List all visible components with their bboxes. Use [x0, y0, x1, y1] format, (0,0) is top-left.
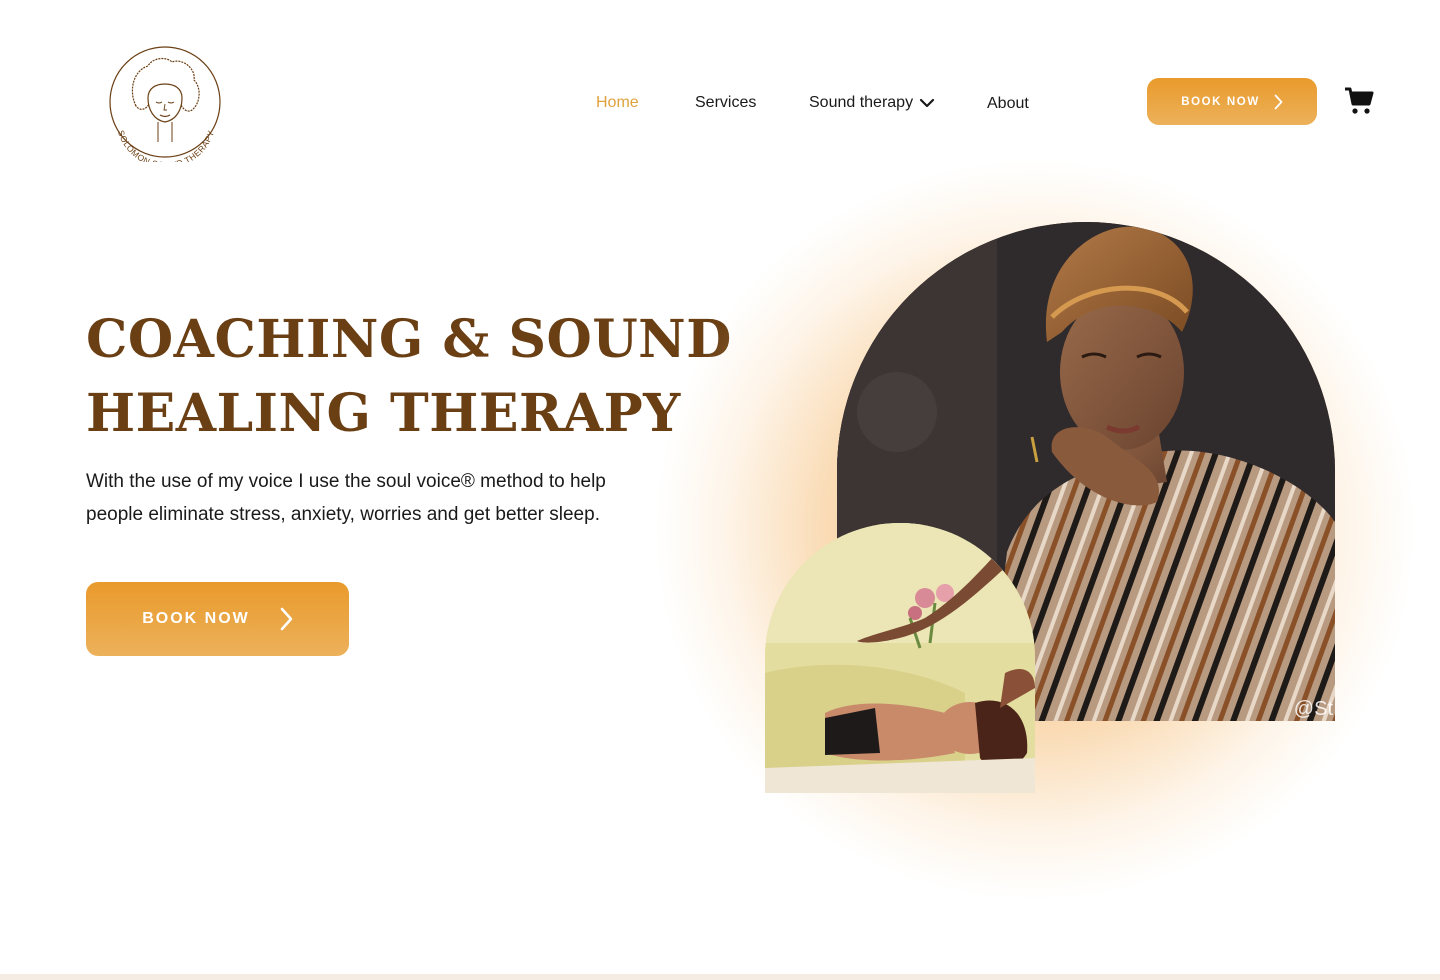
cart-icon	[1345, 87, 1374, 114]
hero-description: With the use of my voice I use the soul …	[86, 471, 606, 525]
cart-button[interactable]	[1344, 87, 1374, 115]
nav-item-about[interactable]: About	[987, 95, 1029, 113]
sound-healing-session-image	[765, 523, 1035, 793]
hero-title-line-2: HEALING THERAPY	[86, 383, 681, 444]
brand-logo[interactable]: SOLOMON SOUND THERAPY	[106, 44, 224, 162]
face-logo-icon: SOLOMON SOUND THERAPY	[109, 46, 221, 162]
session-illustration	[765, 523, 1035, 793]
chevron-right-icon	[1274, 94, 1283, 109]
nav-item-sound-therapy[interactable]: Sound therapy	[809, 94, 935, 112]
nav-item-sound-therapy-label: Sound therapy	[809, 94, 914, 111]
header-book-now-label: BOOK NOW	[1181, 95, 1260, 108]
nav-item-services[interactable]: Services	[695, 94, 756, 112]
header-book-now-button[interactable]: BOOK NOW	[1147, 78, 1317, 125]
chevron-down-icon	[919, 98, 935, 108]
photo-credit: @St	[1293, 698, 1333, 720]
section-divider	[0, 974, 1440, 980]
nav-item-home[interactable]: Home	[596, 94, 639, 112]
hero-book-now-button[interactable]: BOOK NOW	[86, 582, 349, 656]
hero-book-now-label: BOOK NOW	[142, 610, 250, 627]
chevron-right-icon	[280, 607, 293, 631]
hero-title-line-1: COACHING & SOUND	[86, 309, 732, 370]
hero-title: COACHING & SOUND HEALING THERAPY	[86, 303, 732, 451]
